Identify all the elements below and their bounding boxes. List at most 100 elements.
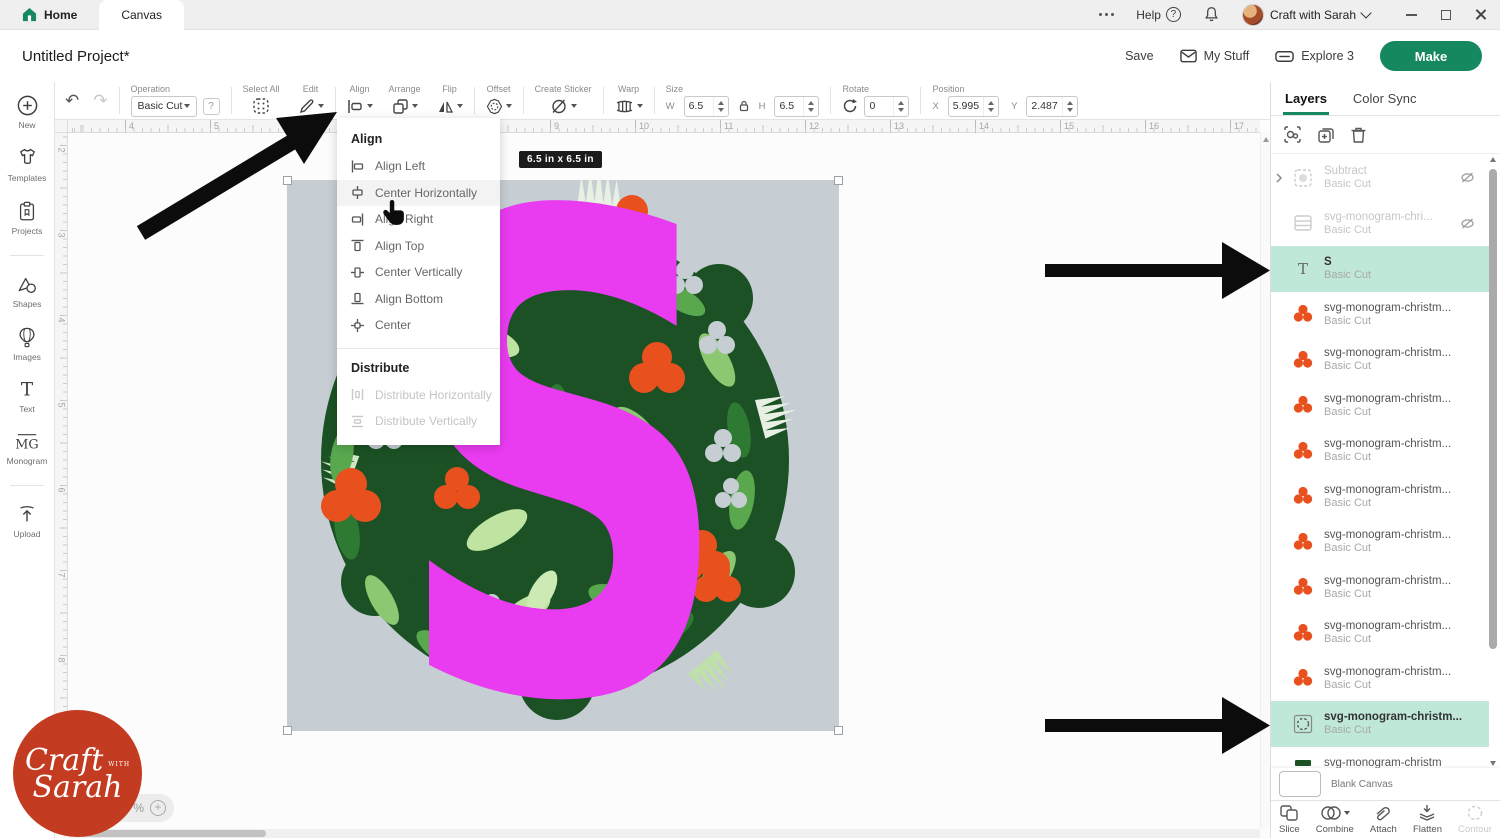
window-maximize-icon[interactable] <box>1441 10 1451 20</box>
layer-row[interactable]: T svg-monogram-christm... Basic Cut <box>1271 292 1489 338</box>
scrollbar-thumb[interactable] <box>1489 169 1497 649</box>
tab-color-sync[interactable]: Color Sync <box>1353 91 1417 115</box>
x-stepper-arrows[interactable] <box>983 97 998 116</box>
menu-item-distribute-horizontally[interactable]: Distribute Horizontally <box>337 382 500 409</box>
layers-scrollbar[interactable] <box>1488 155 1498 768</box>
my-stuff-button[interactable]: My Stuff <box>1180 49 1250 63</box>
visibility-off-icon[interactable] <box>1460 216 1483 231</box>
x-stepper[interactable]: 5.995 <box>948 96 999 117</box>
layer-row[interactable]: T svg-monogram-christm Basic Cut <box>1271 747 1489 769</box>
size-lock-icon[interactable] <box>737 99 751 113</box>
y-stepper[interactable]: 2.487 <box>1026 96 1077 117</box>
make-button[interactable]: Make <box>1380 41 1482 71</box>
rotate-stepper[interactable]: 0 <box>864 96 909 117</box>
layer-row[interactable]: T svg-monogram-christm... Basic Cut <box>1271 519 1489 565</box>
selection-handle-top-left[interactable] <box>283 176 292 185</box>
ruler-tick-label: 17 <box>1230 120 1244 133</box>
align-button[interactable] <box>347 99 373 114</box>
sidebar-item-images[interactable]: Images <box>13 326 41 362</box>
layer-row[interactable]: T svg-monogram-christm... Basic Cut <box>1271 565 1489 611</box>
canvas-area[interactable]: 4567891011121314151617 2345678 <box>55 120 1270 838</box>
tab-layers[interactable]: Layers <box>1285 91 1327 115</box>
width-stepper-arrows[interactable] <box>713 97 728 116</box>
menu-item-align-top[interactable]: Align Top <box>337 233 500 260</box>
selection-handle-bottom-left[interactable] <box>283 726 292 735</box>
operation-help-button[interactable]: ? <box>203 98 220 115</box>
menu-item-center-horizontally[interactable]: Center Horizontally <box>337 180 500 207</box>
sidebar-item-shapes[interactable]: Shapes <box>13 274 42 309</box>
operation-select[interactable]: Basic Cut <box>131 96 197 117</box>
height-stepper-arrows[interactable] <box>803 97 818 116</box>
width-stepper[interactable]: 6.5 <box>684 96 729 117</box>
attach-button[interactable]: Attach <box>1370 804 1397 835</box>
delete-trash-icon[interactable] <box>1350 126 1367 144</box>
notifications-bell-icon[interactable] <box>1203 6 1220 23</box>
help-button[interactable]: Help ? <box>1136 7 1181 22</box>
tab-home[interactable]: Home <box>0 0 99 30</box>
canvas-vertical-scrollbar[interactable] <box>1260 133 1270 829</box>
scroll-up-arrow-icon[interactable] <box>1490 157 1496 162</box>
layer-row[interactable]: T svg-monogram-christm... Basic Cut <box>1271 474 1489 520</box>
zoom-in-button[interactable]: + <box>150 800 166 816</box>
sidebar-item-monogram[interactable]: MG Monogram <box>7 431 48 466</box>
layer-row[interactable]: T svg-monogram-christm... Basic Cut <box>1271 428 1489 474</box>
layer-row[interactable]: T svg-monogram-chri... Basic Cut <box>1271 201 1489 247</box>
scroll-down-arrow-icon[interactable] <box>1490 761 1496 766</box>
y-stepper-arrows[interactable] <box>1062 97 1077 116</box>
account-menu[interactable]: Craft with Sarah <box>1242 4 1370 26</box>
undo-button[interactable]: ↶ <box>65 91 79 111</box>
menu-item-align-bottom[interactable]: Align Bottom <box>337 286 500 313</box>
group-select-icon[interactable] <box>1283 125 1302 144</box>
redo-button[interactable]: ↷ <box>93 91 107 111</box>
sidebar-item-templates[interactable]: Templates <box>8 147 47 183</box>
menu-item-center-vertically[interactable]: Center Vertically <box>337 259 500 286</box>
flip-button[interactable] <box>437 99 463 114</box>
scroll-up-arrow-icon[interactable] <box>1263 137 1269 142</box>
layer-operation: Basic Cut <box>1324 497 1451 509</box>
window-minimize-icon[interactable] <box>1406 14 1417 16</box>
sidebar-item-upload[interactable]: Upload <box>14 504 41 539</box>
rotate-icon[interactable] <box>842 98 858 114</box>
save-button[interactable]: Save <box>1125 49 1154 63</box>
layer-row[interactable]: T svg-monogram-christm... Basic Cut <box>1271 337 1489 383</box>
explore-machine-button[interactable]: Explore 3 <box>1275 49 1354 63</box>
offset-button[interactable] <box>486 98 512 115</box>
expand-chevron-icon[interactable] <box>1275 173 1287 183</box>
combine-button[interactable]: Combine <box>1316 804 1354 835</box>
sidebar-item-text[interactable]: T Text <box>16 379 38 414</box>
arrange-button[interactable] <box>392 98 418 114</box>
blank-canvas-row[interactable]: Blank Canvas <box>1271 768 1500 800</box>
create-sticker-button[interactable] <box>550 97 577 115</box>
help-label: Help <box>1136 8 1161 22</box>
menu-item-align-right[interactable]: Align Right <box>337 206 500 233</box>
blank-canvas-swatch[interactable] <box>1279 771 1321 797</box>
canvas-horizontal-scrollbar[interactable] <box>68 829 1260 838</box>
sidebar-item-projects[interactable]: Projects <box>12 200 43 236</box>
contour-button[interactable]: Contour <box>1458 804 1492 835</box>
layer-row[interactable]: T svg-monogram-christm... Basic Cut <box>1271 383 1489 429</box>
visibility-off-icon[interactable] <box>1460 170 1483 185</box>
menu-item-distribute-vertically[interactable]: Distribute Vertically <box>337 408 500 435</box>
layer-row[interactable]: T svg-monogram-christm... Basic Cut <box>1271 656 1489 702</box>
layer-row[interactable]: T Subtract Basic Cut <box>1271 155 1489 201</box>
overflow-menu-icon[interactable] <box>1099 13 1114 16</box>
layer-row[interactable]: T svg-monogram-christm... Basic Cut <box>1271 701 1489 747</box>
selection-handle-top-right[interactable] <box>834 176 843 185</box>
select-all-button[interactable] <box>252 97 270 115</box>
selection-handle-bottom-right[interactable] <box>834 726 843 735</box>
warp-button[interactable] <box>615 99 643 114</box>
slice-button[interactable]: Slice <box>1279 804 1300 835</box>
layer-thumbnail-icon: T <box>1291 348 1315 372</box>
duplicate-icon[interactable] <box>1317 126 1335 144</box>
sidebar-item-new[interactable]: New <box>16 94 39 130</box>
height-stepper[interactable]: 6.5 <box>774 96 819 117</box>
edit-button[interactable] <box>298 98 324 115</box>
tab-canvas[interactable]: Canvas <box>99 0 184 30</box>
rotate-stepper-arrows[interactable] <box>893 97 908 116</box>
window-close-icon[interactable] <box>1475 9 1486 20</box>
layer-row[interactable]: T svg-monogram-christm... Basic Cut <box>1271 610 1489 656</box>
layer-row[interactable]: T S Basic Cut <box>1271 246 1489 292</box>
flatten-button[interactable]: Flatten <box>1413 804 1442 835</box>
menu-item-center[interactable]: Center <box>337 312 500 339</box>
menu-item-align-left[interactable]: Align Left <box>337 153 500 180</box>
